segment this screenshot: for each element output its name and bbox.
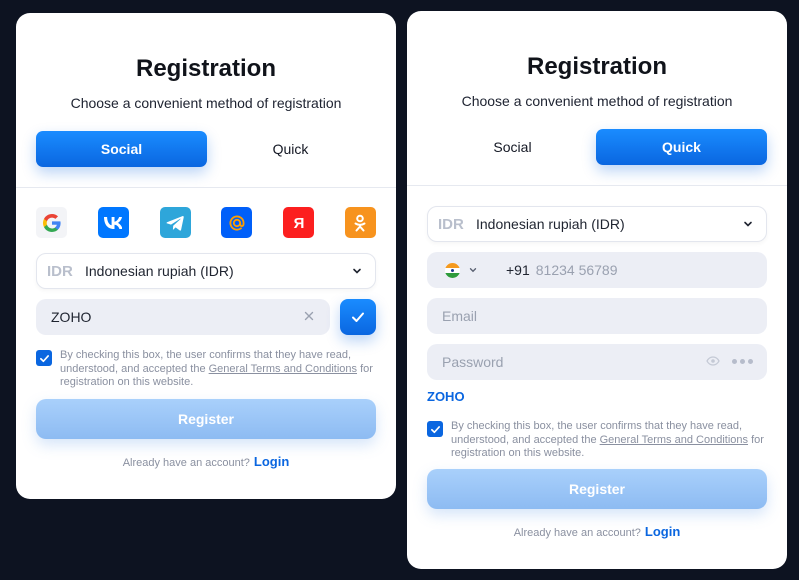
divider xyxy=(16,187,396,188)
login-link[interactable]: Login xyxy=(254,454,289,469)
page-title: Registration xyxy=(526,53,667,80)
check-icon xyxy=(430,425,440,433)
odnoklassniki-icon[interactable] xyxy=(344,207,376,238)
tab-quick[interactable]: Quick xyxy=(205,131,376,167)
password-generate-icon[interactable] xyxy=(732,358,753,364)
yandex-icon[interactable]: Я xyxy=(283,207,315,238)
register-button[interactable]: Register xyxy=(427,469,767,509)
tab-quick[interactable]: Quick xyxy=(596,129,767,165)
login-prompt-text: Already have an account? xyxy=(513,527,641,539)
india-flag-icon[interactable] xyxy=(445,262,460,278)
phone-country-code: +91 xyxy=(506,262,530,278)
login-link[interactable]: Login xyxy=(645,524,680,539)
password-field[interactable]: Password xyxy=(427,344,767,380)
google-icon[interactable] xyxy=(36,207,67,238)
currency-name: Indonesian rupiah (IDR) xyxy=(476,216,625,232)
promo-code-value: ZOHO xyxy=(51,309,92,325)
phone-placeholder: 81234 56789 xyxy=(535,262,618,278)
currency-name: Indonesian rupiah (IDR) xyxy=(85,263,234,279)
mailru-icon[interactable] xyxy=(221,207,253,238)
registration-tabs: Social Quick xyxy=(36,131,376,167)
terms-agreement: By checking this box, the user confirms … xyxy=(36,349,376,390)
currency-code: IDR xyxy=(47,262,73,280)
chevron-down-icon[interactable] xyxy=(468,265,478,275)
currency-select[interactable]: IDR Indonesian rupiah (IDR) xyxy=(36,253,376,289)
promo-code-link[interactable]: ZOHO xyxy=(427,389,465,404)
chevron-down-icon xyxy=(744,221,752,227)
terms-text: By checking this box, the user confirms … xyxy=(60,349,376,390)
confirm-promo-button[interactable] xyxy=(340,299,376,335)
login-prompt: Already have an account? Login xyxy=(407,524,787,539)
tab-social[interactable]: Social xyxy=(36,131,207,167)
eye-icon[interactable] xyxy=(706,356,720,366)
login-prompt-text: Already have an account? xyxy=(122,457,250,469)
currency-code: IDR xyxy=(438,215,464,233)
email-field[interactable]: Email xyxy=(427,298,767,334)
vk-icon[interactable] xyxy=(97,207,129,238)
check-icon xyxy=(352,312,364,322)
email-placeholder: Email xyxy=(442,308,478,324)
password-placeholder: Password xyxy=(442,354,504,370)
check-icon xyxy=(39,354,49,362)
registration-card-quick: Registration Choose a convenient method … xyxy=(407,11,787,569)
register-button[interactable]: Register xyxy=(36,399,376,439)
terms-text: By checking this box, the user confirms … xyxy=(451,420,767,461)
currency-select[interactable]: IDR Indonesian rupiah (IDR) xyxy=(427,206,767,242)
registration-tabs: Social Quick xyxy=(427,129,767,165)
page-title: Registration xyxy=(135,55,276,82)
terms-checkbox[interactable] xyxy=(36,350,52,366)
chevron-down-icon xyxy=(353,268,361,274)
registration-card-social: Registration Choose a convenient method … xyxy=(16,13,396,499)
close-icon[interactable] xyxy=(303,310,315,322)
terms-link[interactable]: General Terms and Conditions xyxy=(600,434,748,446)
divider xyxy=(407,185,787,186)
promo-code-input[interactable]: ZOHO xyxy=(36,299,330,335)
phone-input[interactable]: +91 81234 56789 xyxy=(427,252,767,288)
social-login-row: Я xyxy=(36,207,376,239)
page-subtitle: Choose a convenient method of registrati… xyxy=(70,95,342,111)
telegram-icon[interactable] xyxy=(159,207,191,238)
svg-text:Я: Я xyxy=(293,215,304,232)
page-subtitle: Choose a convenient method of registrati… xyxy=(461,93,733,109)
terms-agreement: By checking this box, the user confirms … xyxy=(427,420,767,461)
terms-checkbox[interactable] xyxy=(427,421,443,437)
terms-link[interactable]: General Terms and Conditions xyxy=(209,363,357,375)
login-prompt: Already have an account? Login xyxy=(16,454,396,469)
tab-social[interactable]: Social xyxy=(427,129,598,165)
